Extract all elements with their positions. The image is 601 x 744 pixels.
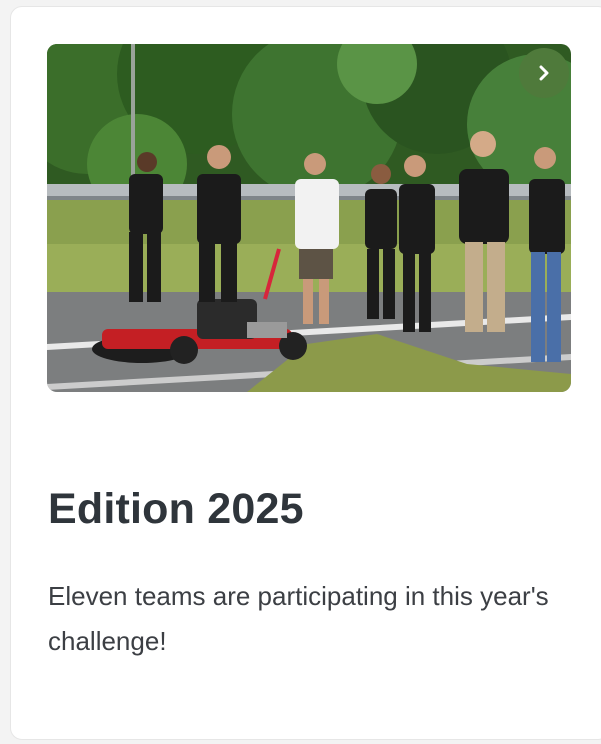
chevron-right-icon (539, 65, 549, 81)
card-title: Edition 2025 (48, 485, 304, 533)
edition-photo (47, 44, 571, 392)
card-description: Eleven teams are participating in this y… (48, 581, 549, 656)
edition-card[interactable]: Edition 2025 Eleven teams are participat… (10, 6, 601, 740)
next-slide-button[interactable] (519, 48, 569, 98)
